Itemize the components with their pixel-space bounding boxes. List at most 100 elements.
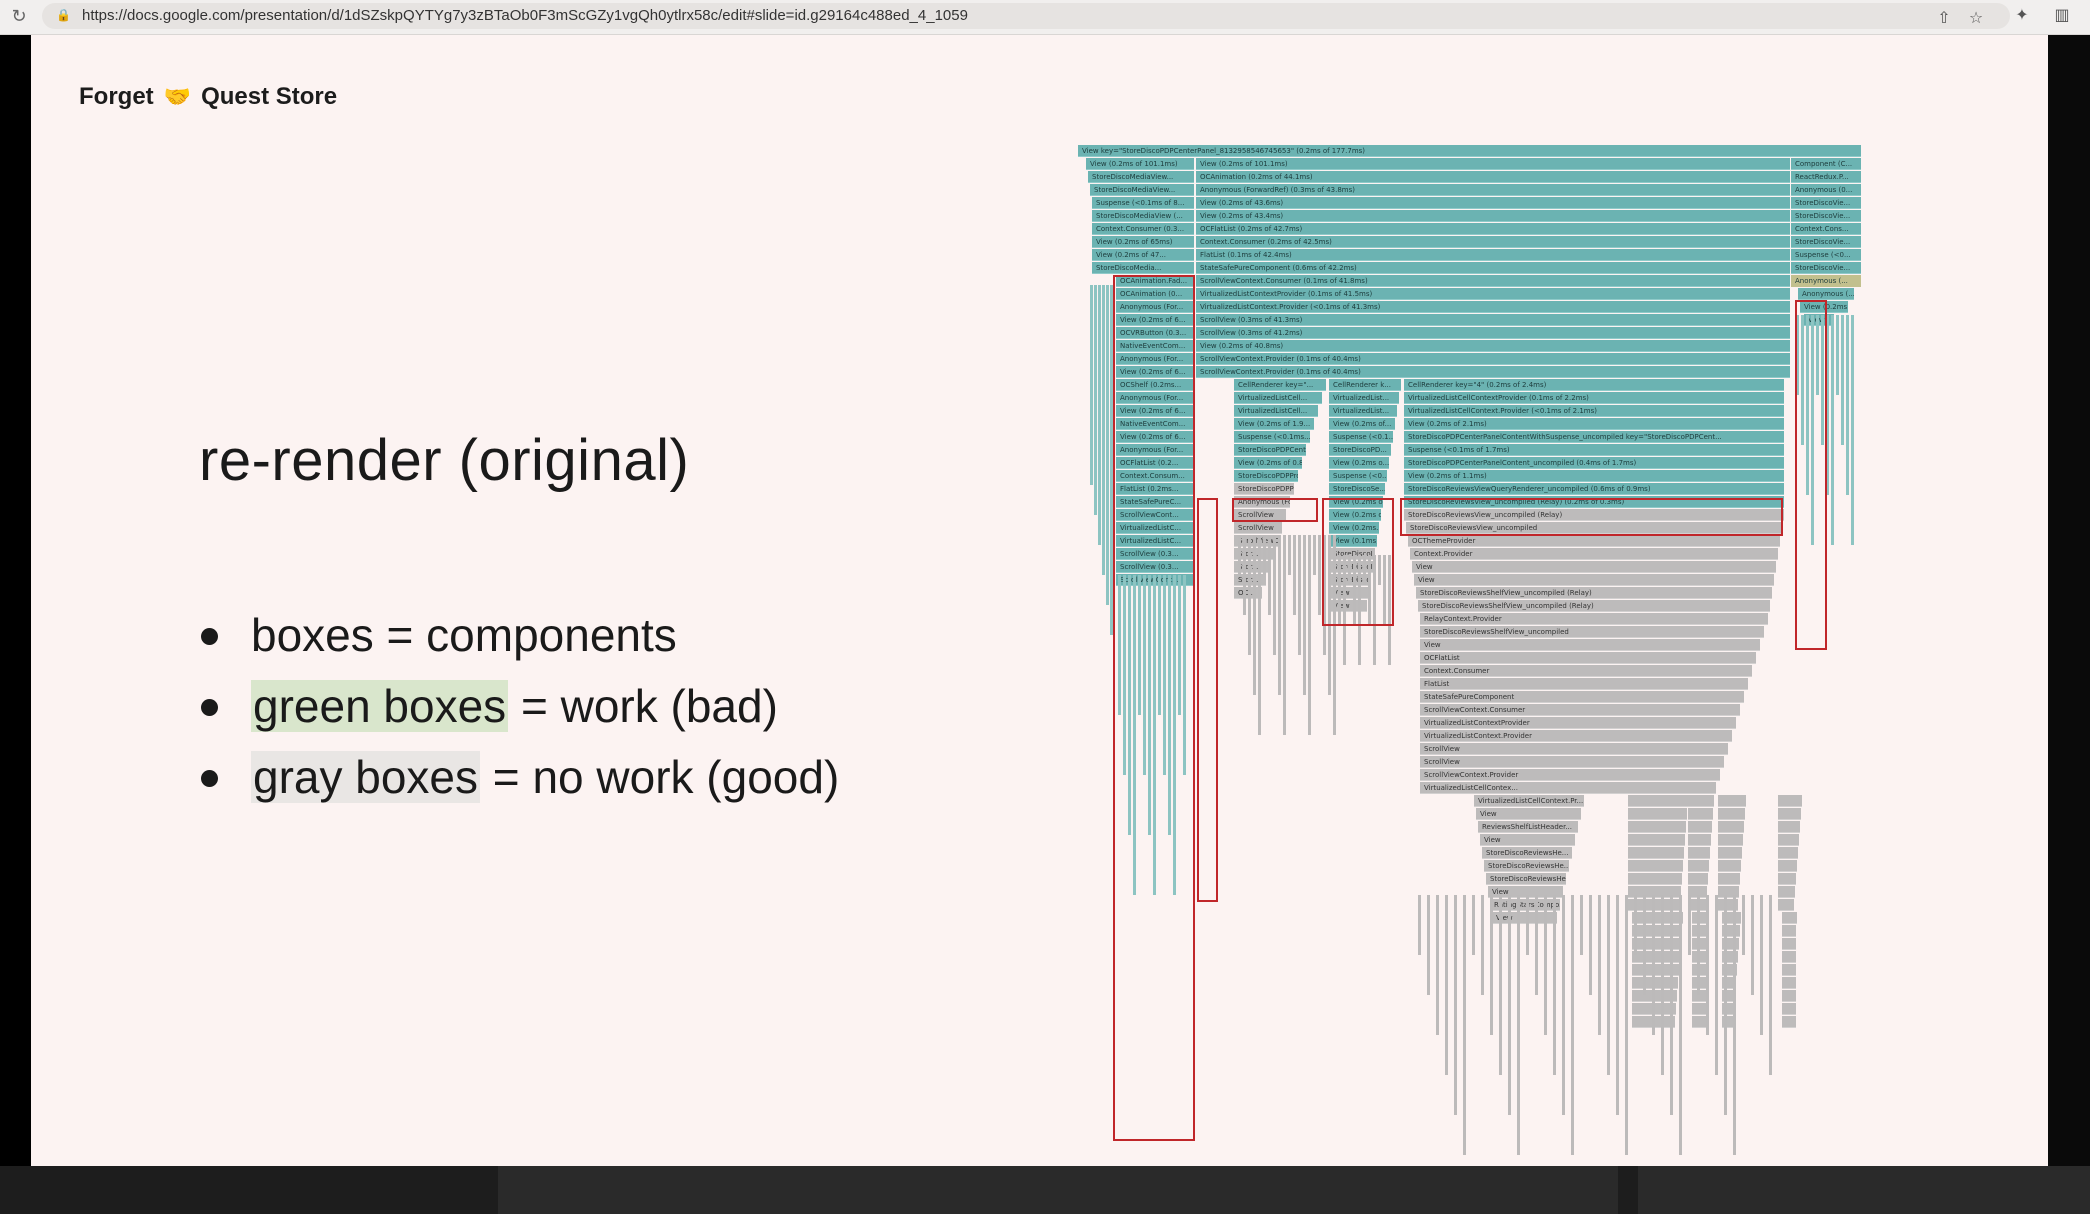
flame-frame: View <box>1476 808 1581 820</box>
reload-icon[interactable]: ↻ <box>8 5 30 27</box>
right-border <box>2048 35 2090 1166</box>
flame-frame <box>1718 834 1743 846</box>
flame-frame <box>1688 860 1709 872</box>
flame-stripe <box>1751 895 1754 995</box>
flame-stripe <box>1607 895 1610 1075</box>
flame-stripe <box>1553 895 1556 1075</box>
url-text[interactable]: https://docs.google.com/presentation/d/1… <box>82 7 968 24</box>
flame-frame: RelayContext.Provider <box>1420 613 1768 625</box>
presentation-slide: Forget 🤝 Quest Store re-render (original… <box>31 35 2048 1166</box>
flame-frame: VirtualizedListContextProvider <box>1420 717 1736 729</box>
flame-frame: VirtualizedListContext.Provider <box>1420 730 1732 742</box>
flame-frame: View <box>1480 834 1575 846</box>
flame-frame: Context.Consumer (0.2ms of 42.5ms) <box>1196 236 1790 248</box>
flame-frame: OCFlatList <box>1420 652 1756 664</box>
flame-stripe <box>1481 895 1484 995</box>
flame-frame <box>1688 795 1714 807</box>
flame-frame: StoreDiscoReviewsViewQueryRenderer_uncom… <box>1404 483 1784 495</box>
flame-frame: ScrollViewContext.Provider (0.1ms of 40.… <box>1196 353 1790 365</box>
flame-frame <box>1692 1003 1706 1015</box>
flame-stripe <box>1308 535 1311 735</box>
handshake-icon: 🤝 <box>163 84 192 109</box>
flame-frame: Suspense (<0.1ms of 1.7ms) <box>1404 444 1784 456</box>
browser-toolbar: ↻ 🔒 https://docs.google.com/presentation… <box>0 0 2090 35</box>
flame-frame <box>1632 938 1681 950</box>
flame-frame <box>1778 886 1795 898</box>
flame-stripe <box>1688 895 1691 955</box>
sidebar-icon[interactable]: ▥ <box>2052 6 2072 26</box>
highlight-box <box>1795 300 1827 650</box>
header-right-text: Quest Store <box>201 83 338 110</box>
flame-stripe <box>1535 895 1538 995</box>
flame-frame: CellRenderer k... <box>1329 379 1401 391</box>
flame-frame <box>1628 847 1684 859</box>
flame-stripe <box>1445 895 1448 1075</box>
flame-frame: Suspense (<0... <box>1329 470 1387 482</box>
bullet-dot <box>201 699 218 716</box>
highlight-box <box>1232 498 1318 522</box>
flame-stripe <box>1508 895 1511 1115</box>
flame-frame <box>1632 912 1683 924</box>
bottom-strip <box>0 1166 2090 1214</box>
flame-frame: StoreDiscoPDPPro... <box>1234 483 1294 495</box>
flame-frame: VirtualizedList... <box>1329 405 1397 417</box>
highlight-box <box>1400 498 1783 536</box>
bullet-highlight-gray: gray boxes <box>251 751 481 803</box>
flame-stripe <box>1288 535 1291 575</box>
flame-frame <box>1628 795 1688 807</box>
flame-stripe <box>1298 535 1301 655</box>
flame-frame: View (0.2ms of 1.9... <box>1234 418 1314 430</box>
flame-stripe <box>1248 535 1251 655</box>
flame-frame: Context.Consumer <box>1420 665 1752 677</box>
flame-stripe <box>1697 895 1700 995</box>
flame-stripe <box>1268 535 1271 615</box>
flame-frame <box>1632 925 1682 937</box>
flame-stripe <box>1463 895 1466 1155</box>
flame-frame: StoreDiscoVie... <box>1791 262 1861 274</box>
slide-title: re-render (original) <box>199 428 690 493</box>
flame-frame: VirtualizedListCellContextProvider (0.1m… <box>1404 392 1784 404</box>
bullet-text: boxes = components <box>251 609 677 661</box>
flame-stripe <box>1589 895 1592 995</box>
flame-frame: ScrollView <box>1420 743 1728 755</box>
flame-frame <box>1782 912 1797 924</box>
flame-frame: View (0.2ms of 65ms) <box>1092 236 1194 248</box>
flame-frame: Context.Cons... <box>1791 223 1861 235</box>
flame-frame <box>1778 834 1799 846</box>
flame-stripe <box>1293 535 1296 615</box>
flame-frame: View <box>1420 639 1760 651</box>
flame-frame: StateSafePureComponent (0.6ms of 42.2ms) <box>1196 262 1790 274</box>
address-bar[interactable]: 🔒 https://docs.google.com/presentation/d… <box>42 3 2010 29</box>
extensions-icon[interactable]: ✦ <box>2012 6 2032 26</box>
highlight-box <box>1322 498 1394 626</box>
flame-frame <box>1778 821 1800 833</box>
flame-frame: View (0.2ms of 101.1ms) <box>1086 158 1194 170</box>
flame-stripe <box>1243 535 1246 615</box>
flame-frame: VirtualizedListCellContex... <box>1420 782 1716 794</box>
flame-stripe <box>1102 285 1105 575</box>
flame-stripe <box>1841 315 1844 445</box>
bookmark-star-icon[interactable]: ☆ <box>1966 9 1986 29</box>
flame-stripe <box>1715 895 1718 1075</box>
flame-stripe <box>1769 895 1772 1075</box>
flame-stripe <box>1499 895 1502 1075</box>
share-icon[interactable]: ⇧ <box>1934 9 1954 29</box>
flame-frame: View (0.2ms of 43.4ms) <box>1196 210 1790 222</box>
flame-frame: VirtualizedListCellContext.Pr... <box>1474 795 1584 807</box>
flame-frame: StoreDiscoMediaView... <box>1090 184 1194 196</box>
flame-stripe <box>1643 895 1646 995</box>
flame-stripe <box>1616 895 1619 1115</box>
flame-frame: Suspense (<0.1ms... <box>1234 431 1310 443</box>
flame-frame: CellRenderer key="... <box>1234 379 1326 391</box>
left-border <box>0 35 31 1166</box>
flame-frame <box>1778 847 1798 859</box>
flame-frame: ReactRedux.P... <box>1791 171 1861 183</box>
flame-frame <box>1688 873 1708 885</box>
flame-frame <box>1628 808 1687 820</box>
flame-stripe <box>1490 895 1493 1035</box>
flame-frame: View key="StoreDiscoPDPCenterPanel_81329… <box>1078 145 1861 157</box>
flame-frame: ScrollViewContext.Provider <box>1420 769 1720 781</box>
flame-frame: StoreDiscoPDPCenterPanelContentWithSuspe… <box>1404 431 1784 443</box>
flame-frame: View <box>1414 574 1774 586</box>
bullet-text: = work (bad) <box>508 680 778 732</box>
